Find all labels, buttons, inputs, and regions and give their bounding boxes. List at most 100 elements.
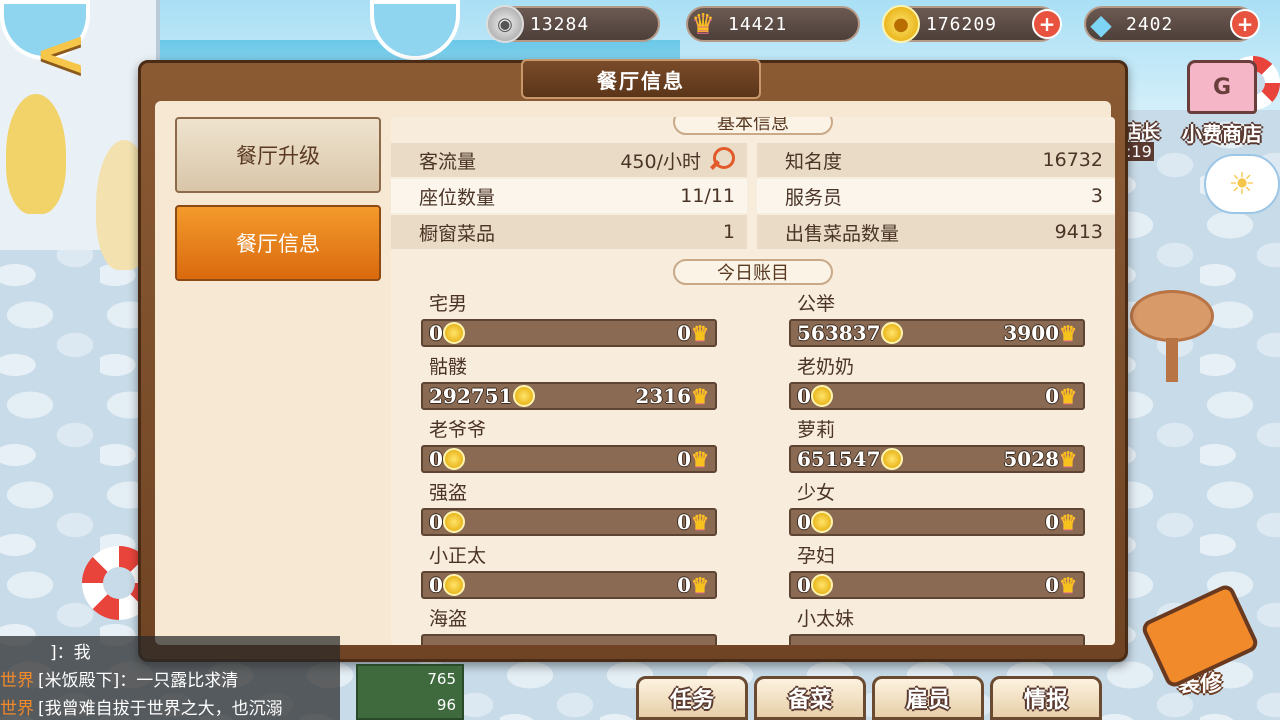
gold-amount: 0 [429, 447, 443, 471]
back-arrow-icon[interactable]: < [34, 22, 104, 94]
customer-income-bar: 292751 2316 ♛ [421, 382, 717, 410]
cafe-table [1130, 290, 1214, 342]
stat-value: 11/11 [680, 185, 735, 207]
crown-amount: 5028 [1003, 447, 1060, 471]
silver-value: 13284 [530, 13, 590, 35]
add-gem-button[interactable]: + [1230, 9, 1260, 39]
tip-shop-label: 小费商店 [1182, 122, 1262, 146]
basic-info-header: 基本信息 [673, 117, 833, 135]
chat-text: [米饭殿下]：一只露比求清 [38, 670, 239, 691]
gold-value: 176209 [926, 13, 998, 35]
gold-coin-icon [810, 385, 833, 407]
crown-icon: ♛ [691, 9, 715, 39]
gold-amount: 651547 [797, 447, 881, 471]
customer-name: 老奶奶 [797, 356, 855, 378]
gold-amount: 563837 [797, 321, 881, 345]
stat-value: 16732 [1042, 149, 1103, 171]
customer-entry: 公举 563837 3900 ♛ [789, 289, 1089, 347]
customer-name: 小正太 [429, 545, 487, 567]
stat-fame: 知名度 16732 [757, 143, 1115, 177]
gold-coin-icon [512, 385, 535, 407]
crown-amount: 0 [1045, 573, 1060, 597]
mini-stat-value: 765 [427, 670, 456, 688]
gold-amount: 0 [429, 321, 443, 345]
employees-button[interactable]: 雇员 [872, 676, 984, 720]
customer-income-bar: 0 0 ♛ [789, 382, 1085, 410]
customer-name: 萝莉 [797, 419, 836, 441]
gold-coin-icon [442, 574, 465, 596]
crown-icon: ♛ [691, 321, 709, 345]
tab-restaurant-info[interactable]: 餐厅信息 [175, 205, 381, 281]
gold-amount: 0 [429, 510, 443, 534]
gem-value: 2402 [1126, 13, 1174, 35]
crown-amount: 0 [677, 573, 692, 597]
gold-amount: 292751 [429, 384, 513, 408]
magnifier-icon[interactable] [709, 147, 735, 173]
crown-icon: ♛ [1059, 510, 1077, 534]
add-gold-button[interactable]: + [1032, 9, 1062, 39]
customer-name: 孕妇 [797, 545, 836, 567]
customer-name: 小太妹 [797, 608, 855, 630]
customer-entry: 宅男 0 0 ♛ [421, 289, 721, 347]
stat-window-dishes: 橱窗菜品 1 [391, 215, 747, 249]
shop-icon: G [1187, 60, 1257, 114]
customer-name: 海盗 [429, 608, 468, 630]
stat-label: 服务员 [785, 186, 843, 209]
dialog-title: 餐厅信息 [521, 59, 761, 99]
gem-icon: ◆ [1090, 7, 1112, 41]
customer-income-bar: 0 0 ♛ [421, 508, 717, 536]
customer-entry: 强盗 0 0 ♛ [421, 478, 721, 536]
silver-counter: ◉ 13284 [486, 5, 660, 43]
prep-dishes-button[interactable]: 备菜 [754, 676, 866, 720]
gold-coin-icon [880, 448, 903, 470]
stat-waiters: 服务员 3 [757, 179, 1115, 213]
crown-icon: ♛ [691, 573, 709, 597]
stat-value: 1 [722, 221, 735, 243]
customer-entry: 小太妹 [789, 604, 1089, 645]
customer-name: 骷髅 [429, 356, 468, 378]
customer-income-bar: 0 0 ♛ [789, 508, 1085, 536]
mini-stat-value: 96 [436, 696, 456, 714]
customer-entry: 骷髅 292751 2316 ♛ [421, 352, 721, 410]
silver-coin-icon: ◉ [486, 5, 524, 43]
partial-side-timer: :19 [1124, 142, 1154, 161]
stat-label: 知名度 [785, 150, 843, 173]
customer-name: 老爷爷 [429, 419, 487, 441]
cafe-table-stand [1166, 338, 1178, 382]
customer-entry: 少女 0 0 ♛ [789, 478, 1089, 536]
chat-panel[interactable]: ]：我 世界 [米饭殿下]：一只露比求清 世界 [我曾难自拔于世界之大，也沉溺 [0, 636, 340, 720]
gold-amount: 0 [429, 573, 443, 597]
customer-entry: 老爷爷 0 0 ♛ [421, 415, 721, 473]
decorate-button[interactable]: 装修 [1139, 582, 1261, 720]
crown-counter: ♛ 14421 [686, 6, 860, 42]
character-sprite[interactable] [6, 94, 66, 214]
chat-line: ]：我 [0, 636, 340, 664]
customer-income-bar: 0 0 ♛ [421, 319, 717, 347]
customer-income-bar: 0 0 ♛ [421, 445, 717, 473]
customer-name: 少女 [797, 482, 836, 504]
cloud-sun-icon[interactable]: ☀ [1204, 154, 1280, 214]
customer-income-bar: 651547 5028 ♛ [789, 445, 1085, 473]
customer-name: 公举 [797, 293, 836, 315]
gold-amount: 0 [797, 384, 811, 408]
tip-shop-button[interactable]: G 小费商店 [1172, 60, 1272, 150]
crown-icon: ♛ [1059, 573, 1077, 597]
crown-amount: 0 [677, 321, 692, 345]
crown-value: 14421 [728, 13, 788, 35]
intel-button[interactable]: 情报 [990, 676, 1102, 720]
task-button[interactable]: 任务 [636, 676, 748, 720]
info-content-panel[interactable]: 基本信息 客流量 450/小时 知名度 16732 座位数量 11/11 服务员… [391, 117, 1115, 645]
chat-text: [我曾难自拔于世界之大，也沉溺 [38, 698, 283, 719]
stat-value: 3 [1090, 185, 1103, 207]
crown-amount: 0 [677, 447, 692, 471]
crown-amount: 0 [1045, 384, 1060, 408]
partial-side-label: 店长 [1124, 122, 1160, 143]
customer-name: 宅男 [429, 293, 468, 315]
customer-entry: 萝莉 651547 5028 ♛ [789, 415, 1089, 473]
gold-coin-icon [442, 511, 465, 533]
chat-channel: 世界 [0, 698, 34, 719]
gold-coin-icon [442, 448, 465, 470]
tab-restaurant-upgrade[interactable]: 餐厅升级 [175, 117, 381, 193]
gold-coin-icon [442, 322, 465, 344]
customer-entry: 小正太 0 0 ♛ [421, 541, 721, 599]
